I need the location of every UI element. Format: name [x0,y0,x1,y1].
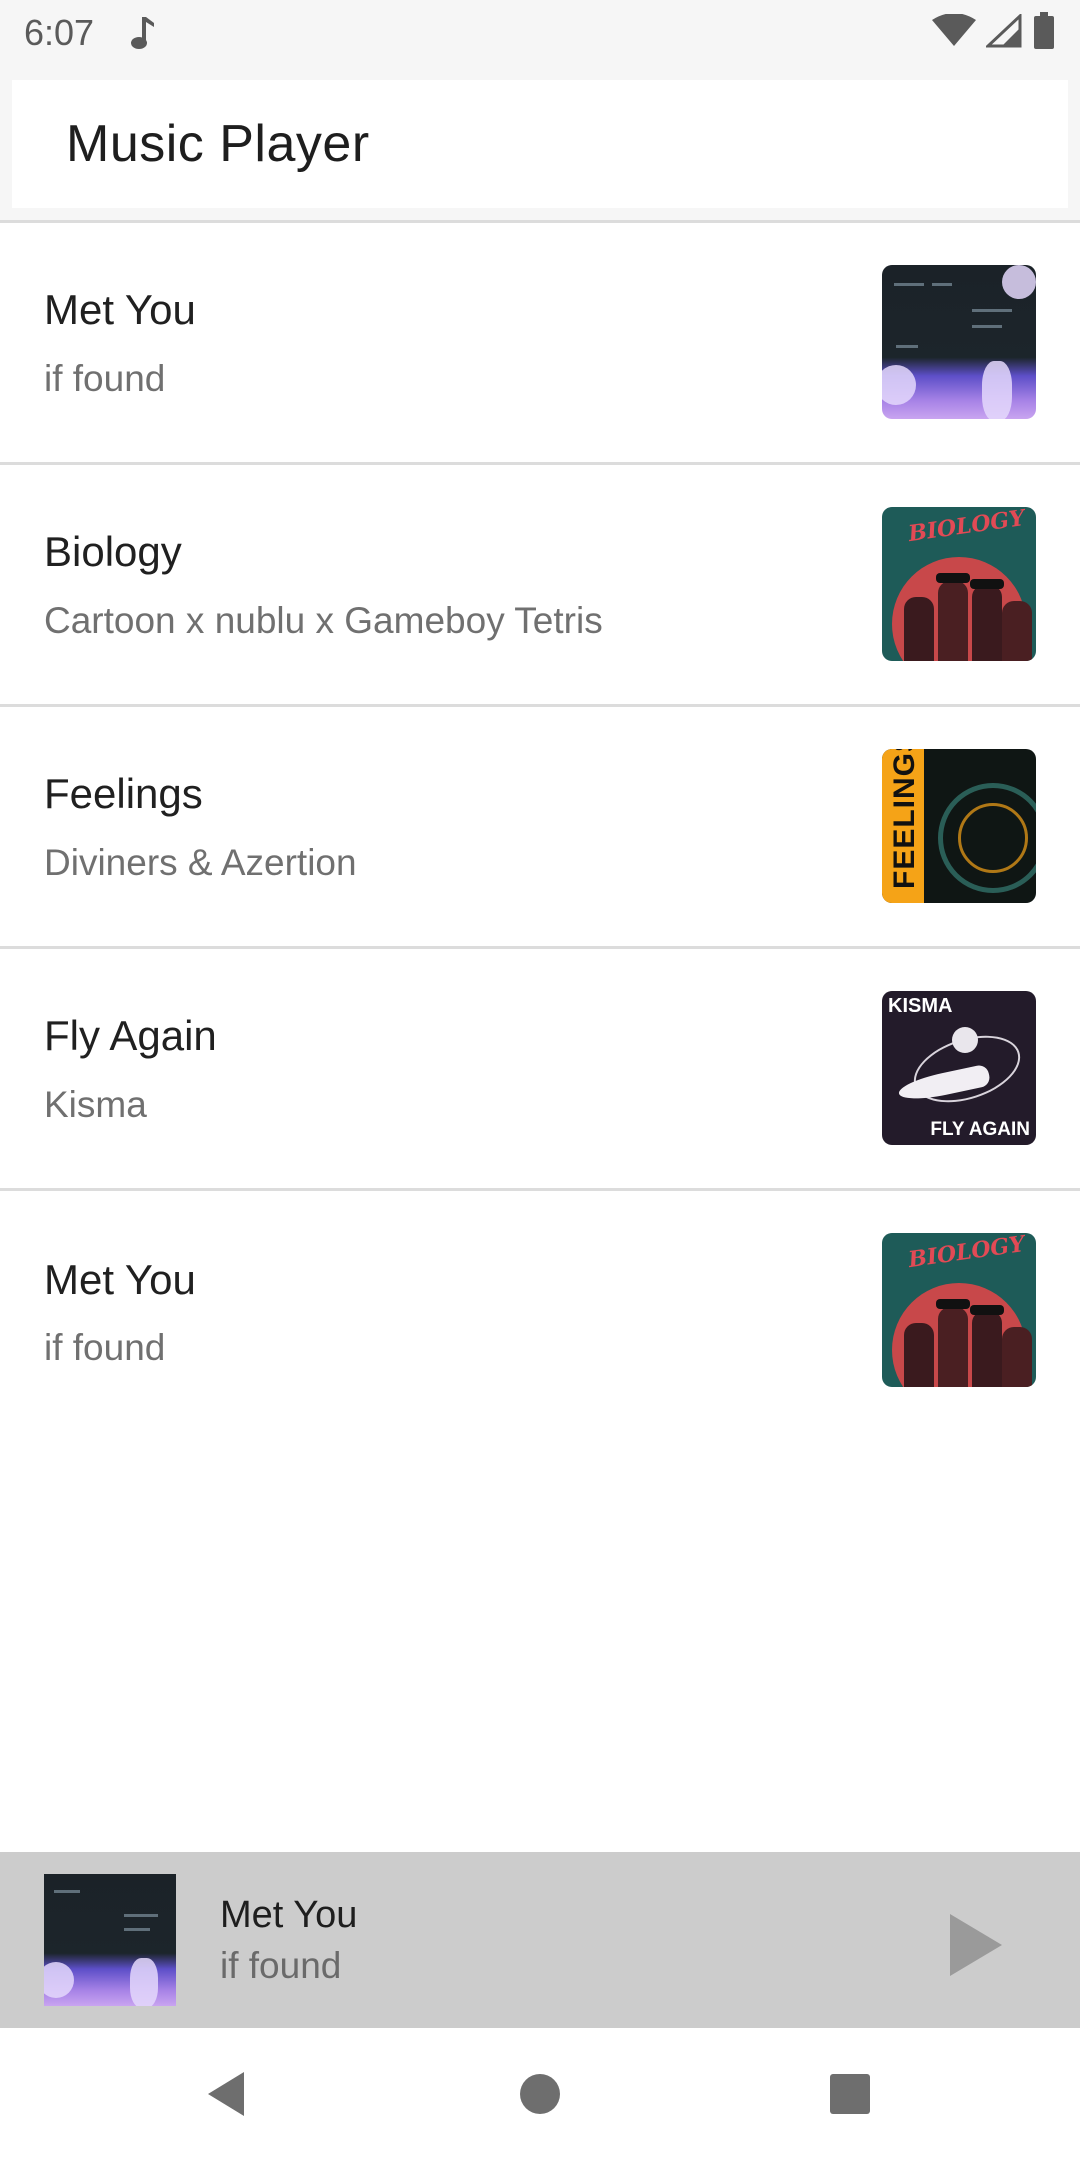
album-art-fly-again: KISMA FLY AGAIN [882,991,1036,1145]
home-button[interactable] [510,2064,570,2124]
wifi-icon [932,12,976,53]
page-title: Music Player [66,115,370,173]
album-art-biology: BIOLOGY [882,507,1036,661]
status-time: 6:07 [24,12,95,53]
cell-signal-icon [984,12,1022,53]
recents-icon [830,2074,870,2114]
back-button[interactable] [196,2064,256,2124]
back-icon [208,2072,244,2116]
song-list-item[interactable]: Feelings Diviners & Azertion FEELINGS [0,707,1080,949]
app-bar: Music Player [12,80,1068,208]
album-art-title: FLY AGAIN [930,1119,1030,1140]
song-list-item[interactable]: Fly Again Kisma KISMA FLY AGAIN [0,949,1080,1191]
album-art-title: BIOLOGY [906,507,1027,548]
song-list-item[interactable]: Met You if found [0,223,1080,465]
battery-icon [1032,11,1056,55]
play-icon [950,1914,1002,1976]
now-playing-bar[interactable]: Met You if found [0,1852,1080,2028]
music-note-icon [128,13,158,53]
recents-button[interactable] [820,2064,880,2124]
song-list-item[interactable]: Biology Cartoon x nublu x Gameboy Tetris… [0,465,1080,707]
album-art-feelings: FEELINGS [882,749,1036,903]
song-list: Met You if found Biology Cartoon x nublu… [0,223,1080,1433]
album-art-met-you [882,265,1036,419]
home-icon [520,2074,560,2114]
album-art-biology: BIOLOGY [882,1233,1036,1387]
now-playing-title: Met You [220,1894,358,1936]
play-button[interactable] [946,1910,1006,1980]
status-icons [932,11,1056,55]
album-art-artist: KISMA [888,995,953,1017]
album-art-title: FEELINGS [888,749,921,889]
album-art-title: BIOLOGY [906,1233,1027,1274]
status-bar: 6:07 [0,0,1080,66]
app-bar-container: Music Player [0,66,1080,222]
system-nav-bar [0,2028,1080,2160]
now-playing-album-art [44,1874,176,2006]
now-playing-artist: if found [220,1945,342,1986]
song-list-item[interactable]: Met You if found BIOLOGY [0,1191,1080,1433]
